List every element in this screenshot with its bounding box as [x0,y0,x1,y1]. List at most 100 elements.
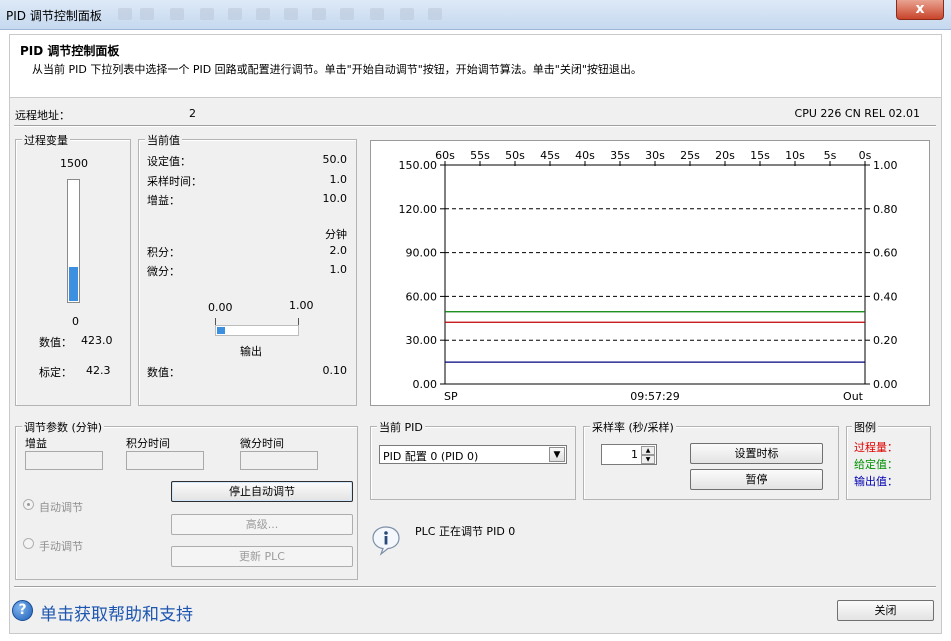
set-time-base-button[interactable]: 设置时标 [690,443,823,464]
advanced-button[interactable]: 高级... [171,514,353,535]
legend-group-label: 图例 [852,419,878,435]
sample-time-label: 采样时间： [147,175,202,188]
x-tick-label: 40s [575,149,595,162]
y-left-tick-label: 30.00 [406,334,438,347]
current-pid-group-label: 当前 PID [377,419,425,435]
legend-process-value: 过程量： [854,441,898,454]
gain-label: 增益： [147,194,180,207]
spin-up-icon[interactable]: ▲ [641,446,655,455]
output-value-label: 数值： [147,366,180,379]
y-right-tick-label: 0.60 [873,247,898,260]
pv-scaled-value: 42.3 [86,364,111,377]
x-tick-label: 35s [610,149,630,162]
x-tick-label: 55s [470,149,490,162]
footer-divider [14,586,936,588]
update-plc-button[interactable]: 更新 PLC [171,546,353,567]
setpoint-label: 设定值： [147,155,191,168]
manual-tune-radio[interactable] [23,538,34,549]
process-variable-group-label: 过程变量 [22,132,70,148]
sample-rate-spinner[interactable]: 1 ▲ ▼ [601,444,657,465]
chart-time-label: 09:57:29 [630,390,679,403]
tuning-integral-label: 积分时间 [126,437,170,450]
toolbar-ghost-icon [170,8,184,20]
toolbar-ghost-icon [400,8,414,20]
manual-tune-label: 手动调节 [39,540,83,553]
pv-level-fill [69,267,78,301]
radio-dot [27,503,30,506]
integral-label: 积分： [147,246,180,259]
chevron-down-icon[interactable]: ▼ [549,447,565,462]
pv-value: 423.0 [81,334,113,347]
toolbar-ghost-icon [140,8,154,20]
sample-rate-value: 1 [631,448,638,461]
y-left-tick-label: 120.00 [399,203,438,216]
pid-select[interactable]: PID 配置 0 (PID 0) ▼ [379,445,567,464]
toolbar-ghost-icon [200,8,214,20]
remote-address-label: 远程地址： [15,109,70,122]
help-icon[interactable]: ? [12,600,33,621]
pv-scaled-label: 标定： [39,366,72,379]
x-tick-label: 5s [824,149,837,162]
output-value: 0.10 [322,364,348,377]
legend-setpoint: 给定值： [854,458,898,471]
tuning-integral-input[interactable] [126,451,204,470]
spin-down-icon[interactable]: ▼ [641,455,655,464]
y-left-tick-label: 90.00 [406,247,438,260]
toolbar-ghost-icon [256,8,270,20]
title-bar: PID 调节控制面板 x [0,0,951,30]
auto-tune-radio[interactable] [23,499,34,510]
out-axis-label: Out [843,390,864,403]
pv-top-value: 1500 [60,157,88,170]
x-tick-label: 60s [435,149,455,162]
tuning-gain-label: 增益 [25,437,47,450]
y-left-tick-label: 0.00 [413,378,438,391]
x-tick-label: 50s [505,149,525,162]
toolbar-ghost-icon [284,8,298,20]
tuning-derivative-input[interactable] [240,451,318,470]
cpu-info: CPU 226 CN REL 02.01 [794,107,920,120]
sample-rate-group-label: 采样率 (秒/采样) [590,419,676,435]
close-button[interactable]: 关闭 [837,600,934,621]
tuning-params-group-label: 调节参数 (分钟) [22,419,105,435]
x-tick-label: 45s [540,149,560,162]
integral-value: 2.0 [329,244,348,257]
y-right-tick-label: 1.00 [873,159,898,172]
toolbar-ghost-icon [312,8,326,20]
sample-time-value: 1.0 [329,173,348,186]
toolbar-ghost-icon [340,8,354,20]
minutes-label: 分钟 [325,228,347,241]
toolbar-ghost-icon [228,8,242,20]
output-label: 输出 [240,345,262,358]
tuning-gain-input[interactable] [25,451,103,470]
pv-bottom-value: 0 [72,315,79,328]
tuning-derivative-label: 微分时间 [240,437,284,450]
output-bar-fill [217,327,225,334]
sp-axis-label: SP [444,390,458,403]
toolbar-ghost-icon [428,8,442,20]
info-icon [370,524,402,556]
x-tick-label: 20s [715,149,735,162]
output-bar [215,325,299,336]
window-close-button[interactable]: x [896,0,944,20]
pause-button[interactable]: 暂停 [690,469,823,490]
y-left-tick-label: 150.00 [399,159,438,172]
y-right-tick-label: 0.80 [873,203,898,216]
plot-area [444,164,866,385]
output-slider-min: 0.00 [208,301,233,314]
current-values-group-label: 当前值 [145,132,182,148]
y-right-tick-label: 0.00 [873,378,898,391]
header-description: 从当前 PID 下拉列表中选择一个 PID 回路或配置进行调节。单击"开始自动调… [32,63,642,76]
help-link[interactable]: 单击获取帮助和支持 [40,600,193,625]
output-slider-max: 1.00 [289,299,314,312]
pv-level-bar [67,179,80,303]
gain-value: 10.0 [322,192,348,205]
stop-auto-tune-button[interactable]: 停止自动调节 [171,481,353,502]
x-tick-label: 15s [750,149,770,162]
pid-select-value: PID 配置 0 (PID 0) [383,450,479,463]
setpoint-value: 50.0 [322,153,348,166]
toolbar-ghost-icon [370,8,384,20]
header-panel: PID 调节控制面板 从当前 PID 下拉列表中选择一个 PID 回路或配置进行… [9,34,942,98]
x-tick-label: 10s [785,149,805,162]
window-title: PID 调节控制面板 [6,9,102,23]
auto-tune-label: 自动调节 [39,501,83,514]
